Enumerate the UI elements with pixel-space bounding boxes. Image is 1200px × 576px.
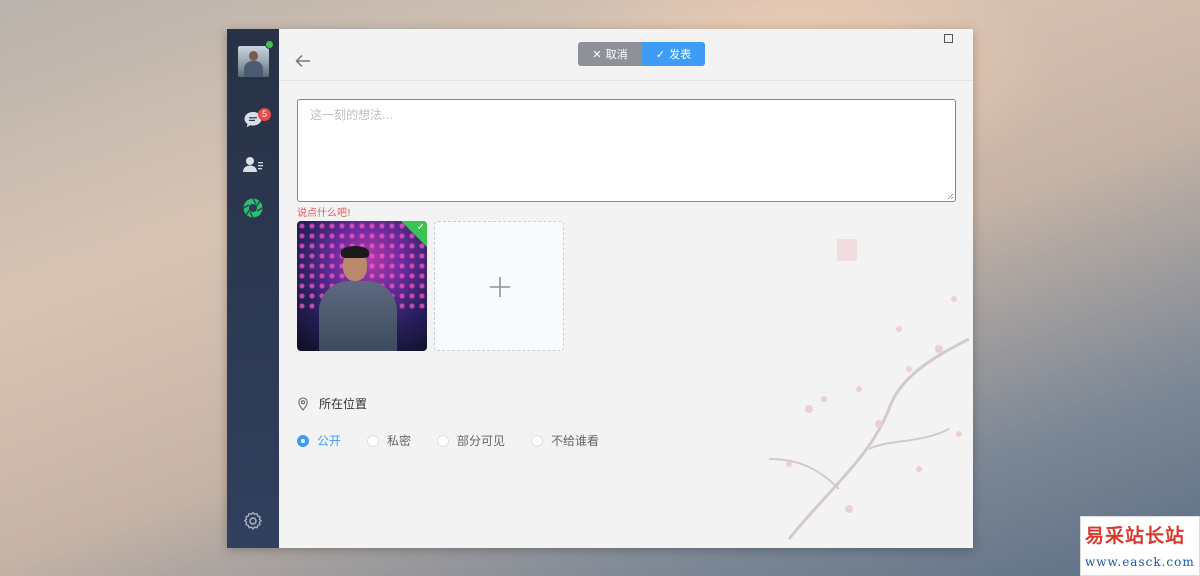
privacy-option-label: 私密 xyxy=(387,434,412,448)
online-status-dot xyxy=(265,40,274,49)
close-icon: ✕ xyxy=(592,48,602,61)
privacy-option-label: 公开 xyxy=(317,434,342,448)
uploaded-photo-thumbnail[interactable]: ✓ xyxy=(297,221,427,351)
check-icon: ✓ xyxy=(655,48,666,61)
plus-icon xyxy=(490,277,510,297)
cancel-button[interactable]: ✕ 取消 xyxy=(578,42,642,66)
resize-grip-icon[interactable] xyxy=(947,193,954,200)
privacy-option-partial[interactable]: 部分可见 xyxy=(437,432,505,449)
post-text-input[interactable] xyxy=(298,100,955,201)
radio-button[interactable] xyxy=(367,434,380,447)
radio-button[interactable] xyxy=(437,434,450,447)
location-selector[interactable]: 所在位置 xyxy=(297,395,367,412)
publish-button[interactable]: ✓ 发表 xyxy=(642,42,705,66)
action-button-group: ✕ 取消 ✓ 发表 xyxy=(578,42,705,66)
privacy-option-private[interactable]: 私密 xyxy=(367,432,411,449)
watermark-title: 易采站长站 xyxy=(1085,525,1186,547)
radio-button[interactable] xyxy=(297,434,309,447)
unread-badge: 5 xyxy=(258,108,271,121)
user-avatar[interactable] xyxy=(238,46,269,77)
privacy-option-label: 不给谁看 xyxy=(551,434,600,448)
contacts-icon[interactable] xyxy=(241,153,265,177)
privacy-option-exclude[interactable]: 不给谁看 xyxy=(531,432,599,449)
plum-blossom-decoration xyxy=(768,239,970,540)
sidebar: 5 xyxy=(227,29,279,548)
app-window: 5 ✕ 取消 ✓ 发表 这一刻的想法... 说点什么吧! ✓ 所在位置 公开 私… xyxy=(227,29,973,548)
add-photo-button[interactable] xyxy=(434,221,564,351)
privacy-option-label: 部分可见 xyxy=(457,434,506,448)
validation-message: 说点什么吧! xyxy=(297,208,352,219)
cancel-label: 取消 xyxy=(605,49,628,61)
main-panel: ✕ 取消 ✓ 发表 说点什么吧! ✓ xyxy=(279,29,973,548)
publish-label: 发表 xyxy=(669,49,692,61)
privacy-option-public[interactable]: 公开 xyxy=(297,432,341,449)
location-label: 所在位置 xyxy=(319,397,368,411)
moments-icon[interactable] xyxy=(241,196,265,220)
privacy-radio-group: 公开 私密 部分可见 不给谁看 xyxy=(297,432,599,449)
watermark-url: www.easck.com xyxy=(1085,555,1195,569)
top-bar: ✕ 取消 ✓ 发表 xyxy=(279,29,973,81)
maximize-icon[interactable] xyxy=(944,34,953,43)
settings-icon[interactable] xyxy=(241,509,265,533)
radio-button[interactable] xyxy=(531,434,544,447)
check-icon: ✓ xyxy=(416,222,425,233)
post-text-area-wrapper xyxy=(297,99,956,202)
location-pin-icon xyxy=(298,396,308,411)
site-watermark: 易采站长站 www.easck.com xyxy=(1080,516,1200,576)
back-arrow-icon[interactable] xyxy=(293,51,313,71)
